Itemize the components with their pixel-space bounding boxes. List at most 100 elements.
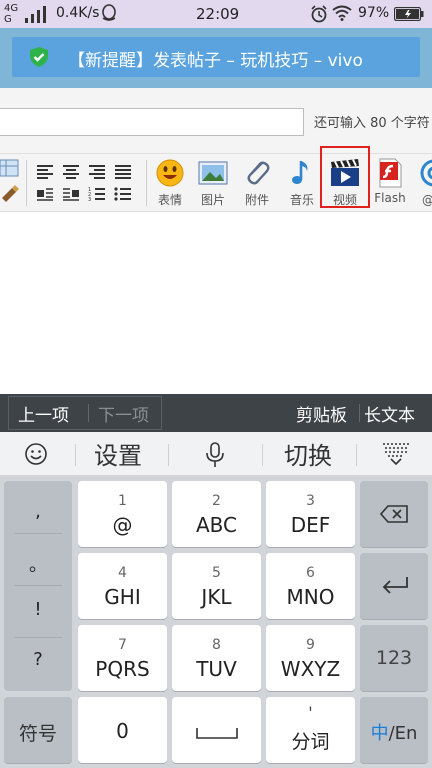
key-number: 0 (116, 719, 129, 743)
toolbar-music-button[interactable]: 音乐 (280, 158, 324, 210)
toolbar-separator (26, 160, 27, 206)
network-type-label-2: G (4, 14, 12, 25)
svg-text:3: 3 (88, 197, 91, 202)
toolbar-flash-button[interactable]: Flash (368, 158, 412, 210)
t9-keyboard: , 。 ! ? 1 @ 2 ABC 3 DEF 4 GHI 5 JKL 6 MN… (0, 476, 432, 768)
key-letters: WXYZ (280, 657, 341, 681)
float-left-icon[interactable] (36, 186, 54, 202)
ordered-list-icon[interactable]: 1 2 3 (88, 186, 106, 202)
toolbar-emoji-button[interactable]: 表情 (148, 158, 192, 210)
alarm-icon (311, 5, 327, 23)
punctuation-column[interactable]: , 。 ! ? (4, 481, 72, 691)
punct-divider (14, 533, 62, 534)
shield-check-icon (30, 47, 48, 67)
microphone-icon[interactable] (204, 442, 226, 468)
wifi-icon (332, 5, 352, 21)
toolbar-label: @朋 (412, 191, 432, 208)
key-number: 5 (212, 565, 221, 581)
align-left-icon[interactable] (36, 164, 54, 180)
justify-icon[interactable] (114, 164, 132, 180)
top-divider (356, 444, 357, 466)
key-9[interactable]: 9 WXYZ (266, 625, 355, 691)
next-field-button[interactable]: 下一项 (98, 401, 149, 426)
key-8[interactable]: 8 TUV (172, 625, 261, 691)
keyboard-switch-button[interactable]: 切换 (284, 436, 332, 472)
key-letters: @ (112, 513, 133, 537)
keyboard-emoji-icon[interactable] (24, 442, 48, 466)
key-6[interactable]: 6 MNO (266, 553, 355, 619)
segment-mark: ' (308, 703, 313, 722)
hide-keyboard-icon[interactable] (382, 442, 410, 466)
punct-comma-key[interactable]: , (4, 501, 72, 522)
key-number: 2 (212, 493, 221, 509)
keyboard-nav-bar: 上一项 下一项 剪贴板 长文本 (0, 394, 432, 432)
segment-key[interactable]: ' 分词 (266, 697, 355, 763)
key-0[interactable]: 0 (78, 697, 167, 763)
emoji-icon (156, 159, 184, 187)
symbols-key[interactable]: 符号 (4, 697, 72, 763)
key-letters: GHI (104, 585, 141, 609)
notification-card[interactable]: 【新提醒】发表帖子 – 玩机技巧 – vivo (12, 37, 420, 77)
notification-banner[interactable]: 【新提醒】发表帖子 – 玩机技巧 – vivo (0, 28, 432, 88)
post-content-editor[interactable] (0, 212, 432, 394)
symbols-key-label: 符号 (18, 723, 57, 745)
post-form: 还可输入 80 个字符 1 2 3 表情 图片 附件 音乐 视频 Flash (0, 88, 432, 394)
keyboard-settings-button[interactable]: 设置 (94, 436, 142, 472)
long-text-button[interactable]: 长文本 (364, 401, 415, 426)
title-input[interactable] (0, 108, 304, 136)
segment-key-label: 分词 (291, 731, 330, 753)
language-switch-key[interactable]: 中/En (360, 697, 428, 763)
align-center-icon[interactable] (62, 164, 80, 180)
clock: 22:09 (196, 5, 240, 23)
key-5[interactable]: 5 JKL (172, 553, 261, 619)
numbers-key-label: 123 (375, 647, 413, 669)
format-tools-icon[interactable] (0, 158, 22, 208)
enter-icon (382, 577, 408, 594)
float-right-icon[interactable] (62, 186, 80, 202)
punct-question-key[interactable]: ? (4, 649, 72, 670)
key-number: 6 (306, 565, 315, 581)
bullet-list-icon[interactable] (114, 186, 132, 202)
battery-percent: 97% (358, 5, 390, 21)
language-zh: 中 (370, 723, 389, 744)
prev-field-button[interactable]: 上一项 (18, 401, 69, 426)
language-en: /En (388, 723, 418, 744)
network-type: 4G G (4, 3, 22, 25)
align-right-icon[interactable] (88, 164, 106, 180)
punct-divider (14, 637, 62, 638)
status-bar: 4G G 0.4K/s 22:09 97% (0, 0, 432, 28)
key-2[interactable]: 2 ABC (172, 481, 261, 547)
enter-key[interactable] (360, 553, 428, 619)
key-letters: DEF (290, 513, 331, 537)
music-note-icon (292, 161, 308, 184)
image-icon (198, 161, 228, 185)
key-number: 3 (306, 493, 315, 509)
toolbar-attach-button[interactable]: 附件 (235, 158, 279, 210)
punct-divider (14, 585, 62, 586)
key-number: 1 (118, 493, 127, 509)
key-3[interactable]: 3 DEF (266, 481, 355, 547)
numbers-key[interactable]: 123 (360, 625, 428, 691)
nav-divider (359, 404, 360, 422)
punct-exclaim-key[interactable]: ! (4, 599, 72, 620)
top-divider (168, 444, 169, 466)
key-letters: ABC (195, 513, 237, 537)
flash-icon (379, 158, 402, 188)
toolbar-mention-button[interactable]: @朋 (412, 158, 432, 210)
backspace-key[interactable] (360, 481, 428, 547)
key-letters: PQRS (95, 657, 150, 681)
video-button-highlight (320, 146, 370, 208)
punct-period-key[interactable]: 。 (4, 551, 72, 577)
key-number: 7 (118, 637, 127, 653)
toolbar-label: 音乐 (289, 193, 314, 207)
key-4[interactable]: 4 GHI (78, 553, 167, 619)
key-letters: MNO (286, 585, 335, 609)
key-7[interactable]: 7 PQRS (78, 625, 167, 691)
key-number: 4 (118, 565, 127, 581)
key-1[interactable]: 1 @ (78, 481, 167, 547)
clipboard-button[interactable]: 剪贴板 (296, 401, 347, 426)
space-key[interactable] (172, 697, 261, 763)
title-row: 还可输入 80 个字符 (0, 88, 432, 154)
paperclip-icon (247, 161, 270, 185)
toolbar-image-button[interactable]: 图片 (191, 158, 235, 210)
